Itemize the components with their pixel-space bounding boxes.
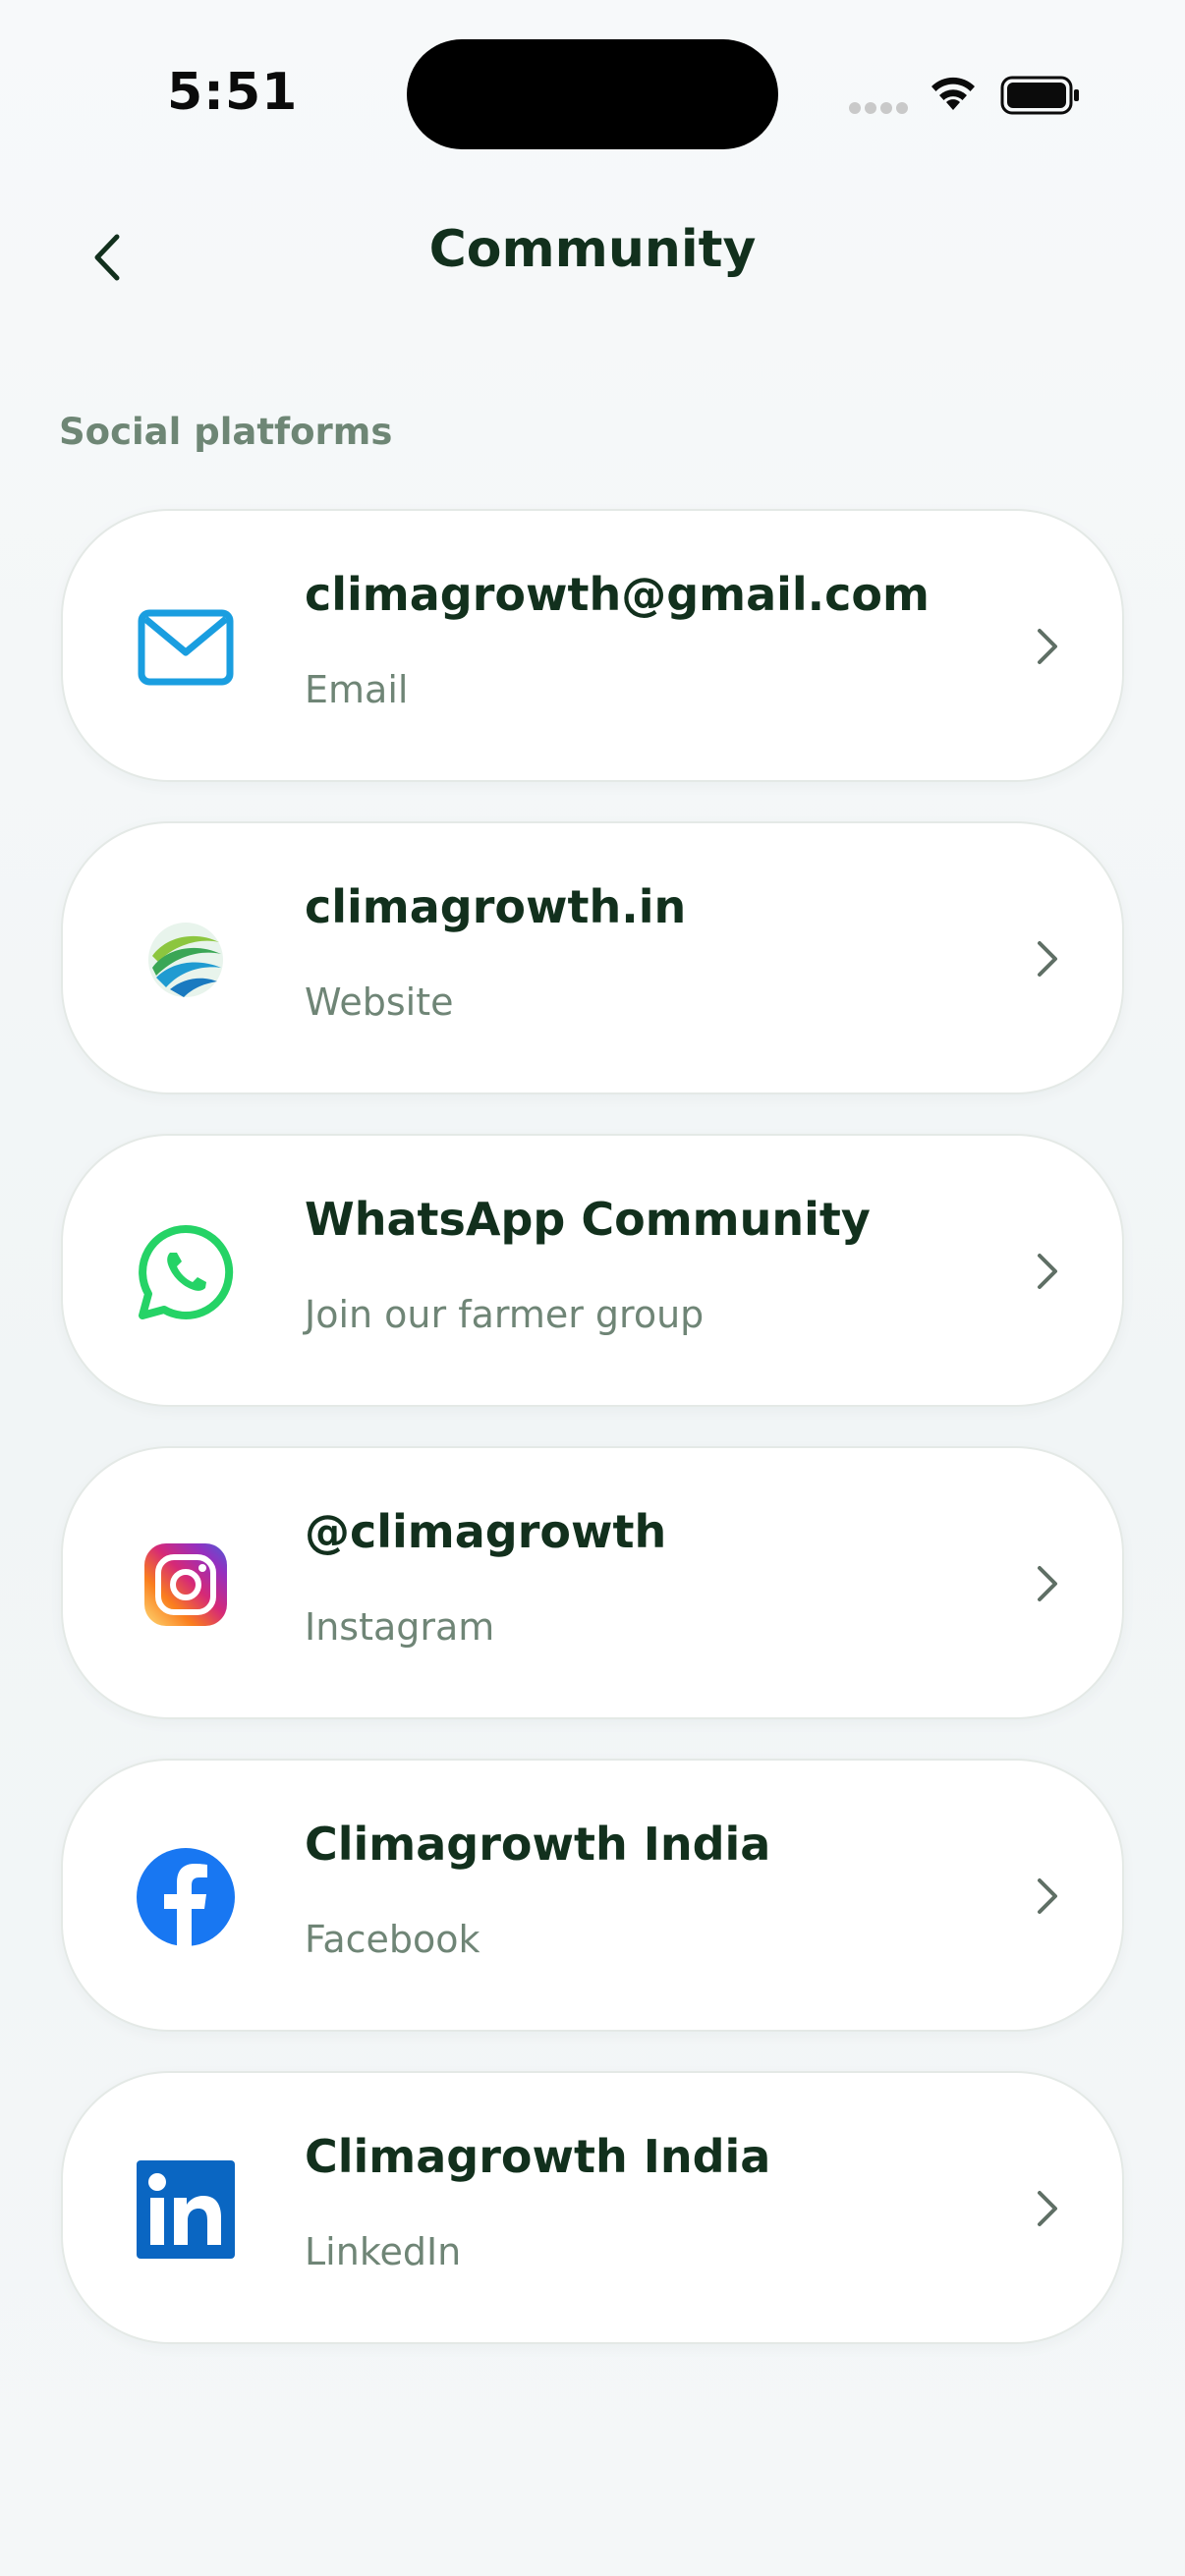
platform-title: WhatsApp Community (305, 1193, 871, 1246)
platform-title: climagrowth.in (305, 880, 687, 933)
platform-card-linkedin[interactable]: Climagrowth India LinkedIn (61, 2071, 1124, 2344)
section-label: Social platforms (59, 411, 393, 453)
platform-title: climagrowth@gmail.com (305, 568, 930, 621)
dynamic-island (407, 39, 778, 149)
status-time: 5:51 (167, 63, 299, 122)
platform-subtitle: Facebook (305, 1918, 480, 1961)
linkedin-icon (132, 2156, 240, 2264)
chevron-right-icon (1038, 629, 1057, 664)
whatsapp-icon (132, 1218, 240, 1326)
platform-subtitle: Join our farmer group (305, 1293, 705, 1336)
battery-icon (1000, 76, 1079, 115)
platform-subtitle: Website (305, 980, 454, 1024)
chevron-right-icon (1038, 1254, 1057, 1289)
platform-card-website[interactable]: climagrowth.in Website (61, 821, 1124, 1094)
platform-subtitle: LinkedIn (305, 2230, 462, 2273)
platform-card-instagram[interactable]: @climagrowth Instagram (61, 1446, 1124, 1719)
website-logo-icon (132, 906, 240, 1014)
page-title: Community (428, 220, 757, 279)
platform-card-whatsapp[interactable]: WhatsApp Community Join our farmer group (61, 1134, 1124, 1407)
chevron-right-icon (1038, 941, 1057, 977)
platform-card-email[interactable]: climagrowth@gmail.com Email (61, 509, 1124, 782)
platform-card-facebook[interactable]: Climagrowth India Facebook (61, 1759, 1124, 2032)
platform-subtitle: Email (305, 668, 409, 711)
email-icon (132, 593, 240, 701)
chevron-right-icon (1038, 1566, 1057, 1601)
social-platform-list: climagrowth@gmail.com Email climagrowth.… (61, 509, 1124, 2383)
wifi-icon (931, 77, 975, 110)
cellular-signal-icon (849, 102, 910, 116)
platform-title: Climagrowth India (305, 1818, 771, 1871)
platform-title: Climagrowth India (305, 2130, 771, 2183)
platform-subtitle: Instagram (305, 1605, 495, 1649)
chevron-right-icon (1038, 1878, 1057, 1914)
status-bar: 5:51 (0, 0, 1185, 187)
facebook-icon (132, 1843, 240, 1951)
instagram-icon (132, 1531, 240, 1639)
chevron-right-icon (1038, 2191, 1057, 2226)
platform-title: @climagrowth (305, 1505, 667, 1558)
